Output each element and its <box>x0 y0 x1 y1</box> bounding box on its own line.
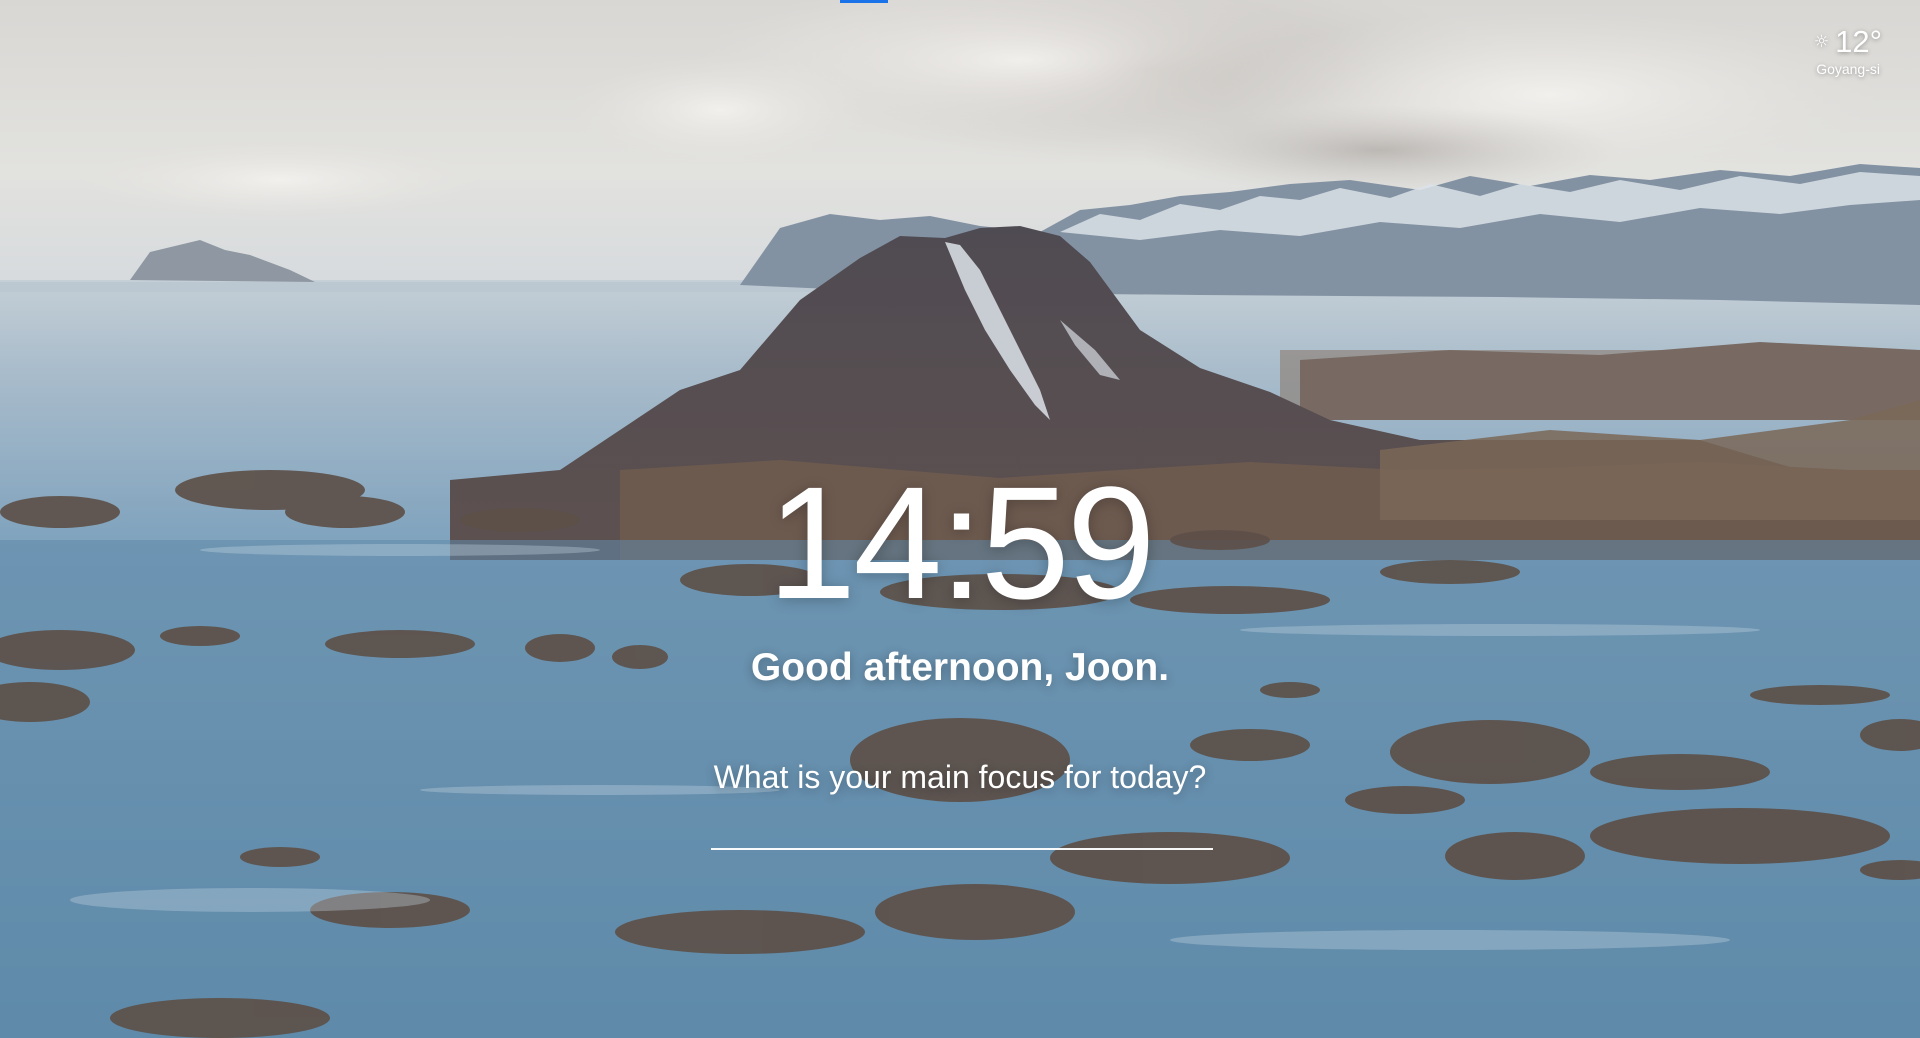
focus-input[interactable] <box>711 802 1213 850</box>
focus-prompt: What is your main focus for today? <box>713 759 1207 795</box>
center-content: 14:59 Good afternoon, Joon. What is your… <box>0 0 1920 1038</box>
greeting-text: Good afternoon, Joon. <box>750 646 1170 689</box>
new-tab-dashboard: ☼ 12° Goyang-si 14:59 Good afternoon, Jo… <box>0 0 1920 1038</box>
clock-time: 14:59 <box>767 453 1155 632</box>
